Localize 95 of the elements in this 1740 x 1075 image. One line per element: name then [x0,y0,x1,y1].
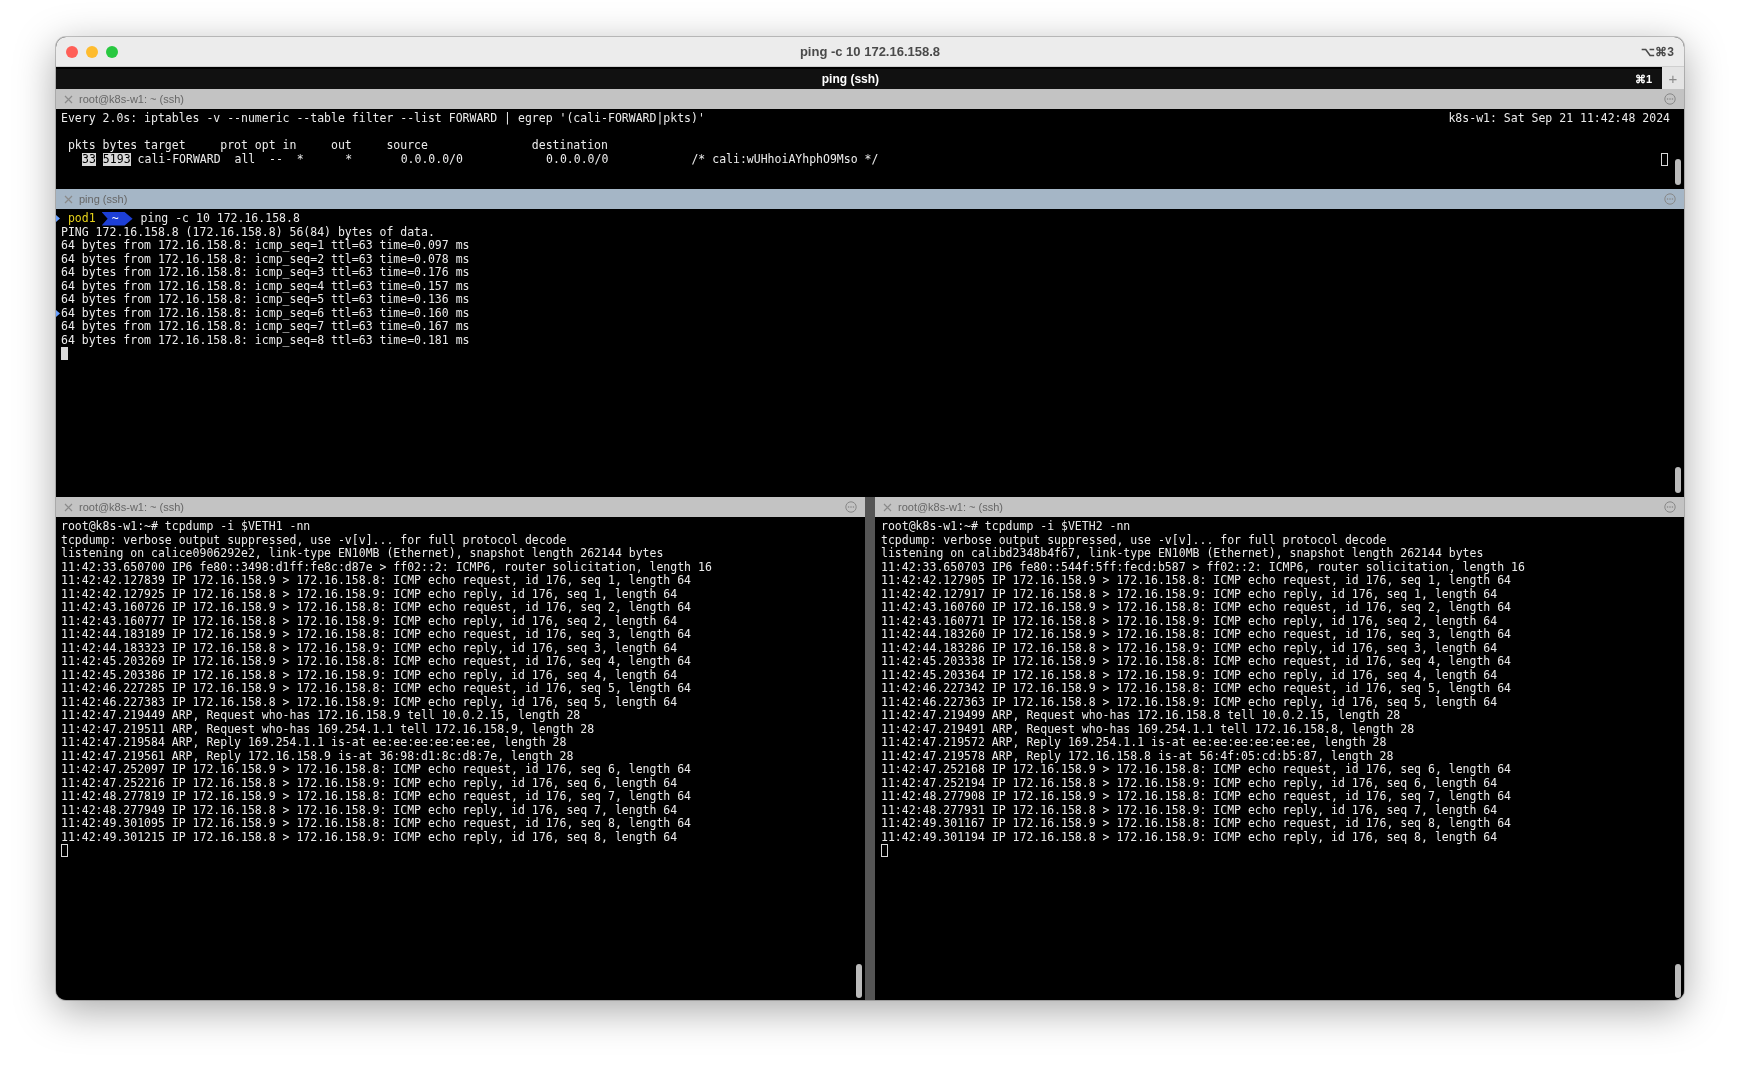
new-tab-button[interactable]: + [1662,67,1684,89]
terminal-line: 11:42:47.252194 IP 172.16.158.8 > 172.16.158.9: ICMP echo reply, id 176, seq 6, length 64 [881,776,1498,790]
terminal-line: 11:42:43.160777 IP 172.16.158.8 > 172.16.158.9: ICMP echo reply, id 176, seq 2, length 64 [61,614,678,628]
minimize-window-button[interactable] [86,45,98,58]
terminal-line: 64 bytes from 172.16.158.8: icmp_seq=7 ttl=63 time=0.167 ms [61,320,470,334]
terminal-line: listening on calibd2348b4f67, link-type EN10MB (Ethernet), snapshot length 262144 bytes [881,547,1484,561]
pane-header[interactable]: ping (ssh) [56,189,1684,209]
pane-header[interactable]: root@k8s-w1: ~ (ssh) [56,89,1684,109]
terminal-line: 11:42:47.252097 IP 172.16.158.9 > 172.16.158.8: ICMP echo request, id 176, seq 6, length 64 [61,763,692,777]
terminal-line: 64 bytes from 172.16.158.8: icmp_seq=1 ttl=63 time=0.097 ms [61,239,470,253]
terminal-line: 11:42:43.160771 IP 172.16.158.8 > 172.16.158.9: ICMP echo reply, id 176, seq 2, length 64 [881,614,1498,628]
terminal-line: PING 172.16.158.8 (172.16.158.8) 56(84) bytes of data. [61,225,435,239]
terminal-line: 11:42:47.219499 ARP, Request who-has 172.16.158.8 tell 10.0.2.15, length 28 [881,709,1401,723]
pane-title: root@k8s-w1: ~ (ssh) [898,501,1004,513]
terminal-line: 11:42:47.219511 ARP, Request who-has 169.254.1.1 tell 172.16.158.9, length 28 [61,722,595,736]
terminal-line: 64 bytes from 172.16.158.8: icmp_seq=2 ttl=63 time=0.078 ms [61,252,470,266]
terminal-line: 64 bytes from 172.16.158.8: icmp_seq=8 ttl=63 time=0.181 ms [61,333,470,347]
highlighted-value: 33 [82,152,96,166]
pane-title: root@k8s-w1: ~ (ssh) [79,501,185,513]
terminal-line: 11:42:46.227285 IP 172.16.158.9 > 172.16.158.8: ICMP echo request, id 176, seq 5, length 64 [61,682,692,696]
prompt-directory: ~ [101,212,133,226]
more-icon[interactable] [1664,501,1676,513]
terminal-line: 11:42:44.183260 IP 172.16.158.9 > 172.16.158.8: ICMP echo request, id 176, seq 3, length 64 [881,628,1512,642]
terminal-line: Every 2.0s: iptables -v --numeric --table filter --list FORWARD | egrep '(cali-FORWARD|pkts)' [61,112,705,126]
highlighted-value: 5193 [102,152,131,166]
terminal-line: 11:42:46.227363 IP 172.16.158.8 > 172.16.158.9: ICMP echo reply, id 176, seq 5, length 64 [881,695,1498,709]
terminal-line: 11:42:45.203364 IP 172.16.158.8 > 172.16.158.9: ICMP echo reply, id 176, seq 4, length 64 [881,668,1498,682]
cursor [1661,152,1668,166]
terminal-line: 11:42:44.183323 IP 172.16.158.8 > 172.16.158.9: ICMP echo reply, id 176, seq 3, length 64 [61,641,678,655]
pane-header[interactable]: root@k8s-w1: ~ (ssh) [56,497,865,517]
terminal-line: 64 bytes from 172.16.158.8: icmp_seq=6 ttl=63 time=0.160 ms [61,306,470,320]
pane-header[interactable]: root@k8s-w1: ~ (ssh) [875,497,1684,517]
terminal-line: 11:42:49.301194 IP 172.16.158.8 > 172.16.158.9: ICMP echo reply, id 176, seq 8, length 64 [881,830,1498,844]
terminal-line: root@k8s-w1:~# tcpdump -i $VETH2 -nn [881,520,1131,534]
tab[interactable]: ping (ssh) ⌘1 [56,67,1662,89]
terminal-line: 11:42:33.650703 IP6 fe80::544f:5ff:fecd:b587 > ff02::2: ICMP6, router solicitation, length 16 [881,560,1525,574]
terminal-line: 11:42:46.227342 IP 172.16.158.9 > 172.16.158.8: ICMP echo request, id 176, seq 5, length 64 [881,682,1512,696]
close-icon[interactable] [883,502,892,512]
terminal-line: 11:42:44.183189 IP 172.16.158.9 > 172.16.158.8: ICMP echo request, id 176, seq 3, length 64 [61,628,692,642]
terminal-line: 11:42:47.219584 ARP, Reply 169.254.1.1 is-at ee:ee:ee:ee:ee:ee, length 28 [61,736,567,750]
terminal-line: 11:42:47.219491 ARP, Request who-has 169.254.1.1 tell 172.16.158.8, length 28 [881,722,1415,736]
terminal-line: 11:42:47.219561 ARP, Reply 172.16.158.9 is-at 36:98:d1:8c:d8:7e, length 28 [61,749,574,763]
terminal-line: 11:42:49.301167 IP 172.16.158.9 > 172.16.158.8: ICMP echo request, id 176, seq 8, length 64 [881,817,1512,831]
terminal-line: 11:42:44.183286 IP 172.16.158.8 > 172.16.158.9: ICMP echo reply, id 176, seq 3, length 64 [881,641,1498,655]
terminal-line: 11:42:43.160726 IP 172.16.158.9 > 172.16.158.8: ICMP echo request, id 176, seq 2, length 64 [61,601,692,615]
mark-icon [56,215,60,223]
terminal-line: k8s-w1: Sat Sep 21 11:42:48 2024 [1448,112,1670,126]
terminal-line: 11:42:47.252168 IP 172.16.158.9 > 172.16.158.8: ICMP echo request, id 176, seq 6, length 64 [881,763,1512,777]
scrollbar-thumb[interactable] [1675,467,1681,493]
zoom-window-button[interactable] [106,45,118,58]
terminal-line: 11:42:48.277908 IP 172.16.158.9 > 172.16.158.8: ICMP echo request, id 176, seq 7, length 64 [881,790,1512,804]
terminal-line: root@k8s-w1:~# tcpdump -i $VETH1 -nn [61,520,311,534]
close-icon[interactable] [64,502,73,512]
terminal-line: 11:42:43.160760 IP 172.16.158.9 > 172.16.158.8: ICMP echo request, id 176, seq 2, length 64 [881,601,1512,615]
terminal-line: 11:42:48.277931 IP 172.16.158.8 > 172.16.158.9: ICMP echo reply, id 176, seq 7, length 64 [881,803,1498,817]
terminal-line: 11:42:33.650700 IP6 fe80::3498:d1ff:fe8c:d87e > ff02::2: ICMP6, router solicitation, length 16 [61,560,712,574]
terminal-line: 11:42:47.219578 ARP, Reply 172.16.158.8 is-at 56:4f:05:cd:b5:87, length 28 [881,749,1394,763]
pane-title: root@k8s-w1: ~ (ssh) [79,93,185,105]
terminal-line: 11:42:45.203338 IP 172.16.158.9 > 172.16.158.8: ICMP echo request, id 176, seq 4, length 64 [881,655,1512,669]
terminal-line: 11:42:49.301095 IP 172.16.158.9 > 172.16.158.8: ICMP echo request, id 176, seq 8, length 64 [61,817,692,831]
terminal-line: 11:42:48.277949 IP 172.16.158.8 > 172.16.158.9: ICMP echo reply, id 176, seq 7, length 64 [61,803,678,817]
more-icon[interactable] [845,501,857,513]
terminal-line: 11:42:49.301215 IP 172.16.158.8 > 172.16.158.9: ICMP echo reply, id 176, seq 8, length 64 [61,830,678,844]
more-icon[interactable] [1664,93,1676,105]
terminal-line: pkts bytes target prot opt in out source destination [66,139,608,153]
terminal-line: 11:42:47.252216 IP 172.16.158.8 > 172.16.158.9: ICMP echo reply, id 176, seq 6, length 64 [61,776,678,790]
terminal-text: cali-FORWARD all -- * * 0.0.0.0/0 0.0.0.0/0 /* cali:wUHhoiAYhphO9Mso */ [137,152,879,166]
scrollbar-thumb[interactable] [1675,964,1681,998]
terminal-line: ping -c 10 172.16.158.8 [140,212,300,226]
window-shortcut: ⌥⌘3 [1640,44,1674,59]
terminal-line: 11:42:46.227383 IP 172.16.158.8 > 172.16.158.9: ICMP echo reply, id 176, seq 5, length 64 [61,695,678,709]
terminal-line: 64 bytes from 172.16.158.8: icmp_seq=4 ttl=63 time=0.157 ms [61,279,470,293]
terminal-line: 11:42:45.203386 IP 172.16.158.8 > 172.16.158.9: ICMP echo reply, id 176, seq 4, length 64 [61,668,678,682]
terminal-line: 11:42:42.127905 IP 172.16.158.9 > 172.16.158.8: ICMP echo request, id 176, seq 1, length 64 [881,574,1512,588]
close-icon[interactable] [64,94,73,104]
terminal-line: tcpdump: verbose output suppressed, use -v[v]... for full protocol decode [881,533,1387,547]
terminal-line: 11:42:47.219449 ARP, Request who-has 172.16.158.9 tell 10.0.2.15, length 28 [61,709,581,723]
terminal-line: 64 bytes from 172.16.158.8: icmp_seq=5 ttl=63 time=0.136 ms [61,293,470,307]
scrollbar-thumb[interactable] [1675,159,1681,185]
terminal-line: 11:42:45.203269 IP 172.16.158.9 > 172.16.158.8: ICMP echo request, id 176, seq 4, length 64 [61,655,692,669]
more-icon[interactable] [1664,193,1676,205]
terminal-line: 11:42:48.277819 IP 172.16.158.9 > 172.16.158.8: ICMP echo request, id 176, seq 7, length 64 [61,790,692,804]
pane-title: ping (ssh) [79,193,129,205]
scrollbar-thumb[interactable] [856,964,862,998]
close-window-button[interactable] [66,45,78,58]
terminal-line: 11:42:42.127839 IP 172.16.158.9 > 172.16.158.8: ICMP echo request, id 176, seq 1, length 64 [61,574,692,588]
terminal-line: 11:42:47.219572 ARP, Reply 169.254.1.1 is-at ee:ee:ee:ee:ee:ee, length 28 [881,736,1387,750]
terminal-line: 11:42:42.127917 IP 172.16.158.8 > 172.16.158.9: ICMP echo reply, id 176, seq 1, length 64 [881,587,1498,601]
terminal-line: 11:42:42.127925 IP 172.16.158.8 > 172.16.158.9: ICMP echo reply, id 176, seq 1, length 64 [61,587,678,601]
prompt-host: pod1 [66,212,96,226]
terminal-line: tcpdump: verbose output suppressed, use -v[v]... for full protocol decode [61,533,567,547]
window-title: ping -c 10 172.16.158.8 [798,44,942,59]
terminal-line: 64 bytes from 172.16.158.8: icmp_seq=3 ttl=63 time=0.176 ms [61,266,470,280]
close-icon[interactable] [64,194,73,204]
terminal-line: listening on calice0906292e2, link-type EN10MB (Ethernet), snapshot length 262144 bytes [61,547,664,561]
